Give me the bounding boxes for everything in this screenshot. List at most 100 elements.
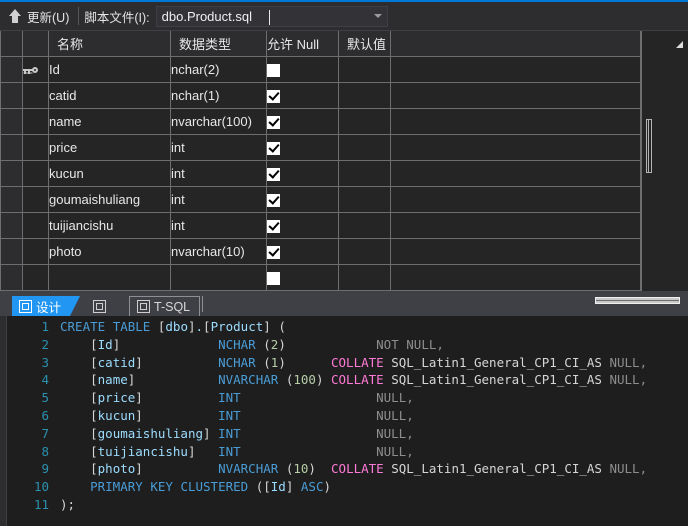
cell-data-type[interactable]: int (170, 211, 267, 239)
table-row[interactable]: goumaishuliang int (0, 185, 641, 213)
cell-data-type[interactable] (170, 263, 267, 291)
cell-data-type[interactable]: nchar(2) (170, 55, 267, 83)
row-selector[interactable] (0, 81, 23, 109)
allow-null-checkbox[interactable] (267, 193, 280, 207)
grid-corner-resize-icon (676, 41, 683, 48)
table-row[interactable]: name nvarchar(100) (0, 107, 641, 135)
allow-null-checkbox[interactable] (267, 245, 280, 259)
chevron-down-icon[interactable] (369, 7, 387, 26)
code-line[interactable]: 10 PRIMARY KEY CLUSTERED ([Id] ASC) (23, 478, 688, 496)
cell-allow-null-checkbox[interactable] (266, 133, 339, 161)
cell-default-value[interactable] (338, 237, 391, 265)
code-line[interactable]: 11); (23, 496, 688, 514)
line-number: 6 (41, 407, 49, 423)
cell-filler (390, 237, 641, 265)
editor-code-area[interactable]: 1 CREATE TABLE [dbo].[Product] (2 [Id] NC… (23, 316, 688, 526)
cell-default-value[interactable] (338, 55, 391, 83)
row-selector[interactable] (0, 159, 23, 187)
tab-design[interactable]: 设计 (12, 296, 81, 316)
allow-null-checkbox[interactable] (267, 115, 280, 129)
tab-diagram[interactable] (86, 296, 115, 316)
cell-data-type[interactable]: int (170, 159, 267, 187)
editor-indicator-margin[interactable] (7, 316, 23, 526)
cell-default-value[interactable] (338, 133, 391, 161)
cell-allow-null-checkbox[interactable] (266, 81, 339, 109)
table-row[interactable]: kucun int (0, 159, 641, 187)
table-row[interactable]: tuijiancishu int (0, 211, 641, 239)
pane-splitter-grip[interactable] (595, 297, 680, 304)
cell-column-name[interactable]: tuijiancishu (48, 211, 171, 239)
cell-filler (390, 133, 641, 161)
cell-data-type[interactable]: nvarchar(10) (170, 237, 267, 265)
cell-default-value[interactable] (338, 107, 391, 135)
allow-null-checkbox[interactable] (267, 219, 280, 233)
header-key (22, 31, 49, 57)
header-default-value[interactable]: 默认值 (338, 31, 391, 57)
cell-default-value[interactable] (338, 159, 391, 187)
cell-column-name[interactable] (48, 263, 171, 291)
tabstrip-separator (202, 296, 204, 312)
update-button[interactable]: 更新(U) (4, 5, 75, 27)
cell-data-type[interactable]: nchar(1) (170, 81, 267, 109)
row-selector[interactable] (0, 107, 23, 135)
code-line[interactable]: 6 [kucun] INT NULL, (23, 407, 688, 425)
allow-null-checkbox[interactable] (267, 63, 280, 77)
cell-column-name[interactable]: name (48, 107, 171, 135)
row-selector[interactable] (0, 133, 23, 161)
cell-column-name[interactable]: photo (48, 237, 171, 265)
cell-column-name[interactable]: catid (48, 81, 171, 109)
table-row[interactable]: catid nchar(1) (0, 81, 641, 109)
cell-allow-null-checkbox[interactable] (266, 211, 339, 239)
table-row[interactable]: photo nvarchar(10) (0, 237, 641, 265)
code-line[interactable]: 7 [goumaishuliang] INT NULL, (23, 425, 688, 443)
row-selector[interactable] (0, 211, 23, 239)
allow-null-checkbox[interactable] (267, 271, 280, 285)
tab-tsql[interactable]: T-SQL (129, 296, 201, 316)
table-row[interactable]: price int (0, 133, 641, 161)
cell-filler (390, 211, 641, 239)
code-line[interactable]: 1 CREATE TABLE [dbo].[Product] ( (23, 318, 688, 336)
allow-null-checkbox[interactable] (267, 167, 280, 181)
cell-column-name[interactable]: price (48, 133, 171, 161)
cell-data-type[interactable]: int (170, 185, 267, 213)
cell-allow-null-checkbox[interactable] (266, 263, 339, 291)
script-file-combobox[interactable]: dbo.Product.sql (155, 5, 388, 27)
row-selector[interactable] (0, 237, 23, 265)
cell-data-type[interactable]: int (170, 133, 267, 161)
scrollbar-thumb[interactable] (646, 119, 652, 173)
columns-grid[interactable]: 名称 数据类型 允许 Null 默认值 Id nchar(2) catid nchar… (0, 31, 641, 291)
allow-null-checkbox[interactable] (267, 89, 280, 103)
cell-allow-null-checkbox[interactable] (266, 55, 339, 83)
cell-column-name[interactable]: goumaishuliang (48, 185, 171, 213)
row-selector[interactable] (0, 55, 23, 83)
cell-default-value[interactable] (338, 211, 391, 239)
cell-default-value[interactable] (338, 185, 391, 213)
grid-vertical-scrollbar[interactable] (641, 31, 688, 291)
cell-data-type[interactable]: nvarchar(100) (170, 107, 267, 135)
allow-null-checkbox[interactable] (267, 141, 280, 155)
row-selector[interactable] (0, 185, 23, 213)
cell-filler (390, 107, 641, 135)
code-line[interactable]: 8 [tuijiancishu] INT NULL, (23, 443, 688, 461)
table-row[interactable] (0, 263, 641, 291)
cell-allow-null-checkbox[interactable] (266, 159, 339, 187)
code-line[interactable]: 5 [price] INT NULL, (23, 389, 688, 407)
cell-default-value[interactable] (338, 81, 391, 109)
header-allow-null[interactable]: 允许 Null (266, 31, 339, 57)
cell-column-name[interactable]: Id (48, 55, 171, 83)
cell-allow-null-checkbox[interactable] (266, 237, 339, 265)
cell-default-value[interactable] (338, 263, 391, 291)
code-line[interactable]: 2 [Id] NCHAR (2) NOT NULL, (23, 336, 688, 354)
row-selector[interactable] (0, 263, 23, 291)
table-row[interactable]: Id nchar(2) (0, 55, 641, 83)
row-key-cell (22, 107, 49, 135)
code-line[interactable]: 9 [photo] NVARCHAR (10) COLLATE SQL_Lati… (23, 460, 688, 478)
header-name[interactable]: 名称 (48, 31, 171, 57)
code-line[interactable]: 4 [name] NVARCHAR (100) COLLATE SQL_Lati… (23, 371, 688, 389)
cell-allow-null-checkbox[interactable] (266, 185, 339, 213)
cell-allow-null-checkbox[interactable] (266, 107, 339, 135)
header-data-type[interactable]: 数据类型 (170, 31, 267, 57)
tsql-editor[interactable]: 1 CREATE TABLE [dbo].[Product] (2 [Id] NC… (0, 316, 688, 526)
code-line[interactable]: 3 [catid] NCHAR (1) COLLATE SQL_Latin1_G… (23, 354, 688, 372)
cell-column-name[interactable]: kucun (48, 159, 171, 187)
